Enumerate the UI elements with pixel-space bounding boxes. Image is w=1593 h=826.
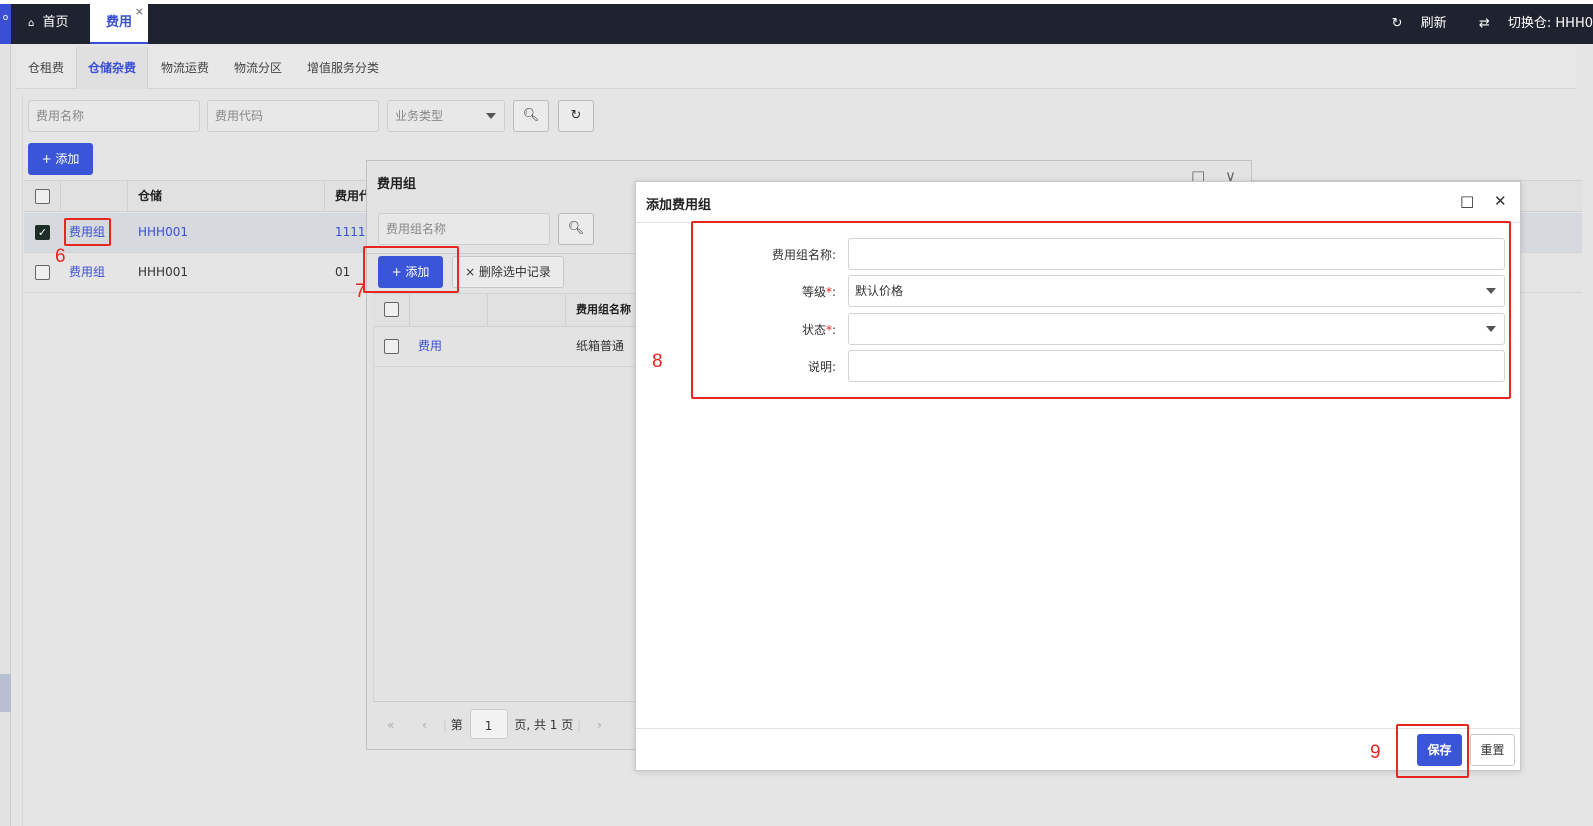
close-icon[interactable]: × [135,0,144,31]
row-checkbox[interactable]: ✓ [35,225,50,240]
switch-warehouse-button[interactable]: ⇄ 切换仓: HHH0 [1465,16,1593,31]
annotation-number-6: 6 [55,246,66,267]
subtab-value-added[interactable]: 增值服务分类 [307,47,379,89]
tab-fee-label: 费用 [105,15,132,30]
warehouse-cell: HHH001 [138,225,188,239]
chevron-down-icon [486,113,496,119]
tab-fee[interactable]: 费用 × [90,4,148,44]
modal-title: 费用组 [377,177,417,192]
annotation-number-7: 7 [355,281,366,302]
row-checkbox[interactable] [384,339,399,354]
close-icon[interactable]: ✕ [1494,192,1507,210]
column-warehouse: 仓储 [138,189,163,203]
tab-home[interactable]: ⌂ 首页 [20,4,88,44]
switch-warehouse-label: 切换仓: HHH0 [1507,16,1593,31]
business-type-placeholder: 业务类型 [395,109,444,123]
annotation-number-8: 8 [652,351,663,372]
tab-home-label: 首页 [42,15,69,30]
fee-group-name-input[interactable]: 费用组名称 [378,213,550,245]
reset-filter-button[interactable]: ↻ [558,100,594,132]
maximize-icon[interactable]: □ [1460,192,1474,210]
fee-code-cell: 01 [335,265,351,279]
search-icon: 🔍︎ [567,221,585,236]
refresh-icon: ↻ [1391,16,1403,31]
annotation-box-8 [691,221,1511,399]
annotation-number-9: 9 [1370,742,1381,763]
subtab-warehouse-rent[interactable]: 仓租费 [28,47,64,89]
swap-icon: ⇄ [1478,16,1490,31]
search-button[interactable]: 🔍︎ [558,213,594,245]
modal1-table-header: 费用组名称 [373,293,635,327]
table-row[interactable]: 费用 纸箱普通 [373,327,635,367]
refresh-label: 刷新 [1420,16,1447,31]
top-bar: o ⌂ 首页 费用 × ↻ 刷新 ⇄ 切换仓: HHH0 [0,4,1593,44]
sidebar-active-marker [0,674,11,712]
warehouse-cell: HHH001 [138,265,188,279]
subtab-warehouse-misc[interactable]: 仓储杂费 [76,47,148,89]
fee-link[interactable]: 费用 [418,327,442,365]
column-fee-group-name: 费用组名称 [576,303,631,316]
sub-tabs: 仓租费 仓储杂费 物流运费 物流分区 增值服务分类 [16,47,1576,89]
business-type-select[interactable]: 业务类型 [387,100,505,132]
reset-button[interactable]: 重置 [1470,734,1515,766]
page-suffix: 页, 共 1 页 [514,718,574,732]
fee-group-link[interactable]: 费用组 [69,253,105,291]
row-checkbox[interactable] [35,265,50,280]
page-number-input[interactable]: 1 [469,709,508,739]
search-button[interactable]: 🔍︎ [513,100,549,132]
left-sidebar-edge [0,44,11,826]
refresh-button[interactable]: ↻ 刷新 [1378,16,1447,31]
refresh-icon: ↻ [570,108,582,123]
search-icon: 🔍︎ [522,108,540,123]
fee-code-cell: 1111 [335,225,366,239]
select-all-checkbox[interactable] [35,189,50,204]
home-icon: ⌂ [28,18,35,29]
fee-group-name-cell: 纸箱普通 [576,339,625,353]
subtab-logistics-zone[interactable]: 物流分区 [234,47,282,89]
add-button[interactable]: + 添加 [28,143,93,175]
annotation-box-9 [1396,724,1469,778]
prev-page-icon[interactable]: ‹ [422,718,427,732]
fee-name-input[interactable]: 费用名称 [28,100,200,132]
top-right-actions: ↻ 刷新 ⇄ 切换仓: HHH0 [1364,4,1593,44]
page-prefix: 第 [450,718,463,732]
sidebar-toggle[interactable]: o [0,4,11,44]
modal-title: 添加费用组 [646,198,712,213]
subtab-logistics-freight[interactable]: 物流运费 [161,47,209,89]
pagination: « ‹ | 第 1 页, 共 1 页 | › [387,709,602,741]
annotation-box-7 [363,246,459,293]
select-all-checkbox[interactable] [384,302,399,317]
delete-selected-button[interactable]: × 删除选中记录 [452,256,564,288]
next-page-icon[interactable]: › [597,718,602,732]
fee-code-input[interactable]: 费用代码 [207,100,379,132]
annotation-box-6 [64,218,111,246]
first-page-icon[interactable]: « [387,718,394,732]
